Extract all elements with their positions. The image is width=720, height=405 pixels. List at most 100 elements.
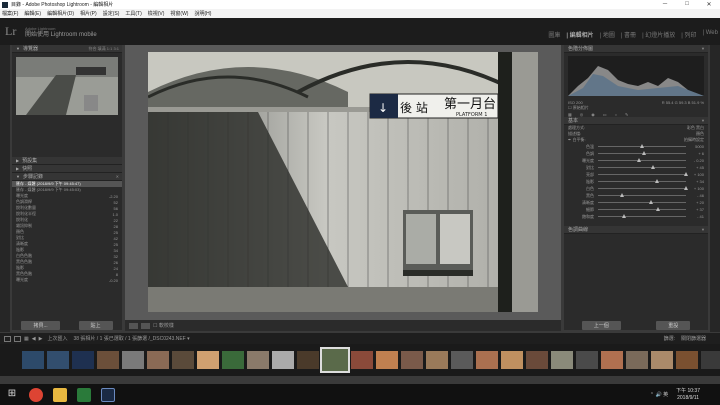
color-option[interactable]: 彩色 bbox=[687, 125, 695, 130]
navigator-header[interactable]: ▼ 導覽器 符合 填滿 1:1 3:1 bbox=[12, 45, 122, 53]
slider-thumb[interactable] bbox=[655, 207, 660, 211]
clock[interactable]: 下午 10:37 2018/9/11 bbox=[676, 388, 700, 402]
filmstrip-thumbnail[interactable] bbox=[351, 351, 373, 369]
main-photo[interactable]: ↓ 後 站 第一月台 PLATFORM 1 bbox=[148, 52, 538, 312]
filmstrip-thumbnail[interactable] bbox=[272, 351, 294, 369]
crop-tool-icon[interactable]: ▦ bbox=[568, 112, 572, 117]
menu-item-3[interactable]: 相片(P) bbox=[80, 10, 97, 17]
menu-item-1[interactable]: 編輯(E) bbox=[24, 10, 41, 17]
slider-value[interactable]: + 45 bbox=[686, 165, 704, 170]
filmstrip-thumbnail[interactable] bbox=[147, 351, 169, 369]
slider-thumb[interactable] bbox=[650, 165, 655, 169]
module-tab-4[interactable]: | 幻燈片播放 bbox=[642, 30, 675, 39]
slider-track[interactable] bbox=[598, 179, 686, 183]
slider-value[interactable]: - 0.20 bbox=[686, 158, 704, 163]
original-checkbox[interactable]: ☐ 原始相片 bbox=[568, 105, 589, 111]
mobile-link[interactable]: 開始使用 Lightroom mobile bbox=[25, 32, 97, 38]
slider-value[interactable]: 5000 bbox=[686, 144, 704, 149]
presets-header[interactable]: ▶ 預設集 bbox=[12, 157, 122, 165]
slider-value[interactable]: + 100 bbox=[686, 186, 704, 191]
filmstrip-thumbnail[interactable] bbox=[97, 351, 119, 369]
module-tab-0[interactable]: 圖庫 bbox=[548, 30, 560, 39]
copy-button[interactable]: 拷貝... bbox=[21, 320, 60, 330]
filmstrip-thumbnail[interactable] bbox=[247, 351, 269, 369]
filmstrip-thumbnail[interactable] bbox=[197, 351, 219, 369]
filmstrip-thumbnail[interactable] bbox=[501, 351, 523, 369]
slider-value[interactable]: - 41 bbox=[686, 214, 704, 219]
graduated-filter-icon[interactable]: ▭ bbox=[603, 112, 607, 117]
slider-track[interactable] bbox=[598, 193, 686, 197]
filmstrip-info[interactable]: 38 張相片 / 1 張已選取 / 1 張篩選 /_DSC0243.NEF ▾ bbox=[73, 335, 189, 342]
slider-track[interactable] bbox=[598, 186, 688, 190]
slider-thumb[interactable] bbox=[640, 144, 644, 148]
paste-button[interactable]: 貼上 bbox=[78, 320, 113, 330]
history-item[interactable]: 曝光度 -0.20 bbox=[12, 277, 122, 283]
red-eye-icon[interactable]: ◉ bbox=[591, 112, 595, 117]
spot-removal-icon[interactable]: ◎ bbox=[580, 112, 584, 117]
filmstrip-thumbnail[interactable] bbox=[451, 351, 473, 369]
slider-thumb[interactable] bbox=[684, 172, 688, 176]
slider-value[interactable]: - 46 bbox=[686, 193, 704, 198]
filmstrip-thumbnail[interactable] bbox=[526, 351, 548, 369]
zoom-fill[interactable]: 填滿 bbox=[98, 46, 106, 51]
system-tray[interactable]: ⌃ 🔊 英 bbox=[650, 391, 668, 398]
menu-item-7[interactable]: 視窗(W) bbox=[170, 10, 188, 17]
grid-icon[interactable]: ▦ bbox=[24, 336, 29, 342]
eyedropper-icon[interactable]: ✒ 白平衡: bbox=[568, 137, 586, 143]
slider-thumb[interactable] bbox=[619, 193, 624, 197]
navigator-preview[interactable] bbox=[16, 57, 118, 115]
menu-item-4[interactable]: 設定(S) bbox=[103, 10, 120, 17]
filmstrip-thumbnail[interactable] bbox=[601, 351, 623, 369]
basic-header[interactable]: 基本 ▼ bbox=[564, 117, 708, 125]
brush-icon[interactable]: ✎ bbox=[625, 112, 628, 117]
windows-start-icon[interactable]: ⊞ bbox=[5, 388, 19, 402]
filmstrip-thumbnail[interactable] bbox=[626, 351, 648, 369]
menu-item-2[interactable]: 編輯相片(D) bbox=[47, 10, 74, 17]
clear-history-icon[interactable]: ✕ bbox=[116, 174, 119, 179]
module-tab-2[interactable]: | 地圖 bbox=[600, 30, 615, 39]
screen-1-icon[interactable] bbox=[4, 335, 11, 342]
bw-option[interactable]: 黑白 bbox=[696, 125, 704, 130]
menu-item-5[interactable]: 工具(T) bbox=[125, 10, 141, 17]
loupe-view-icon[interactable] bbox=[129, 322, 138, 329]
slider-thumb[interactable] bbox=[684, 186, 688, 190]
zoom-3-1[interactable]: 3:1 bbox=[113, 46, 119, 51]
slider-track[interactable] bbox=[598, 172, 688, 176]
filmstrip-thumbnail[interactable] bbox=[651, 351, 673, 369]
module-tab-6[interactable]: | Web bbox=[703, 30, 718, 39]
filmstrip-thumbnail[interactable] bbox=[551, 351, 573, 369]
filmstrip-thumbnail[interactable] bbox=[22, 351, 44, 369]
close-button[interactable]: ✕ bbox=[698, 1, 720, 8]
filmstrip-thumbnail[interactable] bbox=[222, 351, 244, 369]
back-icon[interactable]: ◀ bbox=[32, 336, 36, 342]
slider-value[interactable]: + 34 bbox=[686, 179, 704, 184]
filmstrip-thumbnail[interactable] bbox=[476, 351, 498, 369]
right-panel-toggle[interactable] bbox=[710, 45, 720, 332]
slider-track[interactable] bbox=[598, 214, 686, 218]
slider-value[interactable]: + 100 bbox=[686, 172, 704, 177]
filmstrip-thumbnail[interactable] bbox=[676, 351, 698, 369]
slider-thumb[interactable] bbox=[637, 158, 642, 162]
history-header[interactable]: ▼ 步驟記錄 ✕ bbox=[12, 173, 122, 181]
radial-filter-icon[interactable]: ○ bbox=[615, 112, 617, 117]
slider-thumb[interactable] bbox=[622, 214, 627, 218]
filmstrip-thumbnail[interactable] bbox=[72, 351, 94, 369]
filmstrip-thumbnail[interactable] bbox=[576, 351, 598, 369]
filmstrip-thumbnail[interactable] bbox=[401, 351, 423, 369]
filmstrip-thumbnail[interactable] bbox=[376, 351, 398, 369]
filmstrip-thumbnail[interactable] bbox=[47, 351, 69, 369]
menu-item-8[interactable]: 說明(H) bbox=[194, 10, 211, 17]
screen-2-icon[interactable] bbox=[14, 335, 21, 342]
softproof-checkbox[interactable]: ☐ 軟校樣 bbox=[153, 322, 174, 329]
zoom-options[interactable]: 符合 填滿 1:1 3:1 bbox=[89, 46, 120, 52]
source-label[interactable]: 上次匯入 bbox=[47, 335, 67, 342]
slider-thumb[interactable] bbox=[648, 200, 653, 204]
menu-item-0[interactable]: 檔案(F) bbox=[2, 10, 18, 17]
filmstrip-thumbnail[interactable] bbox=[172, 351, 194, 369]
filter-select[interactable]: 關閉篩選器 bbox=[681, 335, 706, 342]
tone-curve-header[interactable]: 色調曲線 ▼ bbox=[564, 226, 708, 234]
filmstrip-thumbnail[interactable] bbox=[426, 351, 448, 369]
reset-button[interactable]: 重設 bbox=[656, 320, 691, 330]
slider-thumb[interactable] bbox=[641, 151, 646, 155]
forward-icon[interactable]: ▶ bbox=[39, 336, 43, 342]
